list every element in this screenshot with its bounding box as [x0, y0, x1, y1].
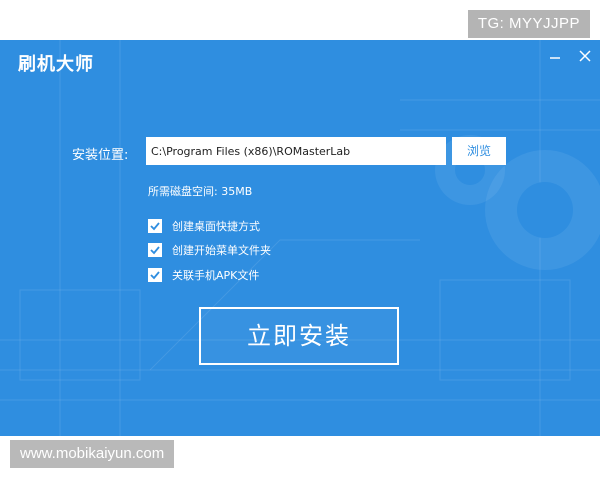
option-label: 创建开始菜单文件夹 — [172, 244, 271, 257]
option-label: 关联手机APK文件 — [172, 269, 260, 282]
browse-button[interactable]: 浏览 — [452, 137, 506, 165]
checkmark-icon — [150, 271, 160, 280]
checkbox-desktop-shortcut[interactable] — [148, 219, 162, 233]
disk-space-text: 所需磁盘空间: 35MB — [148, 185, 253, 198]
option-start-menu[interactable]: 创建开始菜单文件夹 — [148, 242, 271, 258]
option-label: 创建桌面快捷方式 — [172, 220, 260, 233]
option-desktop-shortcut[interactable]: 创建桌面快捷方式 — [148, 218, 260, 234]
checkbox-start-menu[interactable] — [148, 243, 162, 257]
install-location-label: 安装位置: — [72, 148, 129, 163]
option-associate-apk[interactable]: 关联手机APK文件 — [148, 267, 259, 283]
minimize-button[interactable] — [544, 46, 566, 68]
watermark-top: TG: MYYJJPP — [467, 10, 590, 38]
checkmark-icon — [150, 222, 160, 231]
close-icon — [579, 50, 591, 62]
minimize-icon — [550, 57, 560, 59]
background-decoration — [0, 40, 600, 436]
watermark-bottom: www.mobikaiyun.com — [10, 440, 175, 468]
app-title: 刷机大师 — [18, 54, 94, 75]
install-now-button[interactable]: 立即安装 — [199, 307, 399, 365]
checkmark-icon — [150, 246, 160, 255]
close-button[interactable] — [574, 46, 596, 68]
checkbox-associate-apk[interactable] — [148, 268, 162, 282]
install-path-input[interactable] — [146, 137, 446, 165]
installer-window: 刷机大师 安装位置: 浏览 所需磁盘空间: 35MB 创建桌面快捷方式 创建开始… — [0, 40, 600, 436]
